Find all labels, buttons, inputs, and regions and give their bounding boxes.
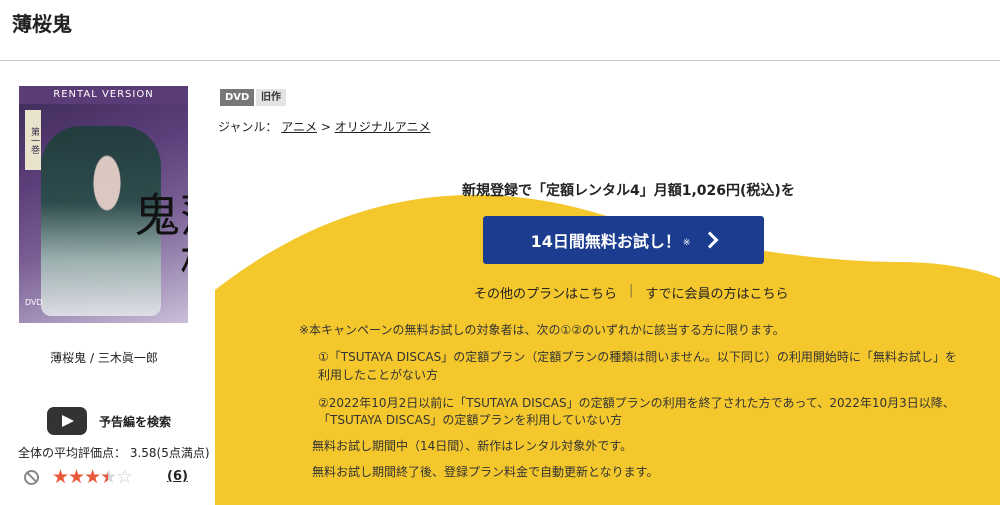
plan-links: その他のプランはこちら | すでに会員の方はこちら — [474, 283, 789, 302]
trial-period-note: 無料お試し期間中（14日間）、新作はレンタル対象外です。 — [312, 439, 633, 453]
campaign-intro: ※本キャンペーンの無料お試しの対象者は、次の①②のいずれかに該当する方に限ります… — [299, 323, 785, 337]
chevron-right-icon — [701, 231, 719, 249]
auto-renew-note: 無料お試し期間終了後、登録プラン料金で自動更新となります。 — [312, 465, 659, 479]
condition-1-line1: ①「TSUTAYA DISCAS」の定額プラン（定額プランの種類は問いません。以… — [318, 350, 957, 364]
condition-2-line2: 「TSUTAYA DISCAS」の定額プランを利用していない方 — [318, 413, 623, 427]
condition-2-line1: ②2022年10月2日以前に「TSUTAYA DISCAS」の定額プランの利用を… — [318, 396, 955, 410]
free-trial-note: ※ — [682, 238, 691, 248]
condition-1-line2: 利用したことがない方 — [318, 368, 439, 382]
member-login-link[interactable]: すでに会員の方はこちら — [645, 283, 788, 302]
free-trial-button[interactable]: 14日間無料お試し！ ※ — [483, 216, 764, 264]
promo-headline: 新規登録で「定額レンタル4」月額1,026円(税込)を — [462, 183, 795, 199]
other-plans-link[interactable]: その他のプランはこちら — [474, 283, 617, 302]
link-separator: | — [629, 283, 634, 298]
free-trial-label: 14日間無料お試し！ — [530, 232, 681, 251]
